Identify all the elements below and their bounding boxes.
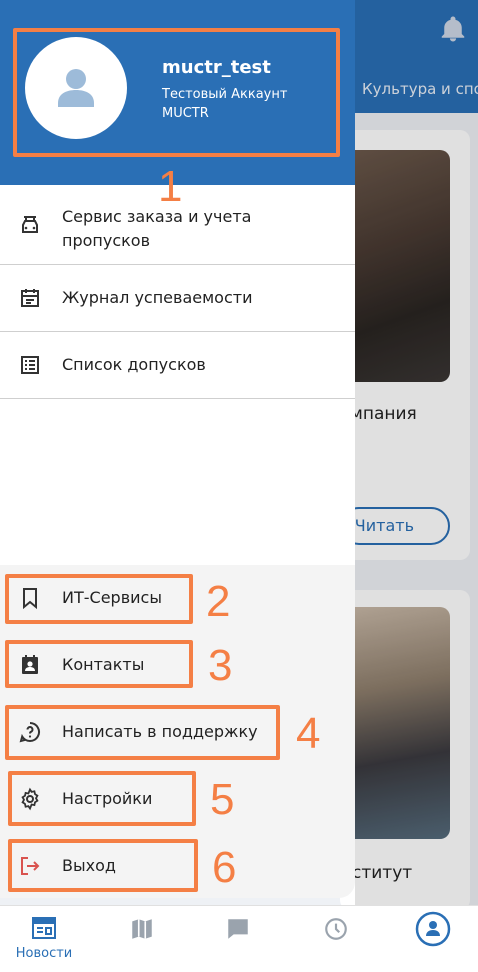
calendar-icon — [21, 289, 39, 307]
annotation-box — [5, 574, 193, 624]
menu-item-label: Журнал успеваемости — [62, 288, 253, 307]
menu-item-label: Сервис заказа и учета пропусков — [62, 207, 252, 250]
annotation-box — [13, 28, 340, 157]
bottom-navigation: Новости — [0, 905, 478, 972]
annotation-box — [8, 771, 196, 826]
profile-icon — [415, 911, 451, 947]
annotation-box — [5, 705, 280, 760]
nav-news-label: Новости — [15, 946, 73, 961]
annotation-box — [8, 839, 198, 892]
nav-map[interactable] — [112, 916, 172, 946]
annotation-number: 6 — [212, 843, 237, 892]
menu-item-admissions[interactable]: Список допусков — [0, 332, 355, 399]
clock-icon — [325, 918, 347, 940]
nav-news[interactable]: Новости — [14, 916, 74, 961]
nav-profile[interactable] — [403, 911, 463, 951]
map-icon — [132, 919, 152, 939]
annotation-number: 1 — [158, 162, 183, 211]
annotation-number: 3 — [208, 641, 233, 690]
chat-icon — [228, 919, 248, 939]
drawer-scrim[interactable] — [355, 0, 478, 905]
annotation-box — [5, 640, 193, 688]
annotation-number: 2 — [206, 577, 231, 626]
nav-history[interactable] — [306, 916, 366, 946]
newspaper-icon — [32, 917, 56, 939]
list-icon — [21, 356, 39, 374]
annotation-number: 5 — [210, 775, 235, 824]
nav-chat[interactable] — [208, 916, 268, 946]
car-pass-icon — [22, 216, 38, 233]
menu-item-gradebook[interactable]: Журнал успеваемости — [0, 265, 355, 332]
annotation-number: 4 — [296, 709, 321, 758]
menu-item-label: Список допусков — [62, 355, 206, 374]
